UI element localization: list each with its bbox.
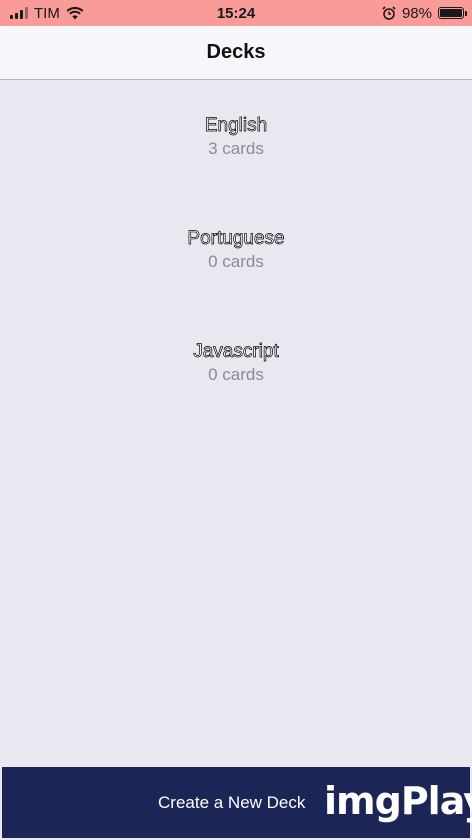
battery-icon xyxy=(438,7,467,19)
carrier-name: TIM xyxy=(34,4,60,22)
deck-card-count: 0 cards xyxy=(208,252,264,271)
alarm-icon xyxy=(382,6,396,20)
battery-level xyxy=(440,9,462,17)
deck-card-count: 0 cards xyxy=(208,365,264,384)
status-bar-right: 98% xyxy=(382,4,467,22)
deck-item[interactable]: Portuguese 0 cards xyxy=(0,194,472,307)
deck-name: Portuguese xyxy=(187,228,285,250)
deck-list: English 3 cards Portuguese 0 cards Javas… xyxy=(0,81,472,420)
page-title: Decks xyxy=(206,41,266,63)
deck-name: English xyxy=(204,115,268,137)
battery-percent: 98% xyxy=(401,4,432,22)
deck-item[interactable]: English 3 cards xyxy=(0,81,472,194)
signal-icon xyxy=(10,7,28,19)
imgplay-watermark: imgPlay xyxy=(324,779,472,823)
navigation-bar: Decks xyxy=(0,26,472,80)
deck-card-count: 3 cards xyxy=(208,139,264,158)
bottom-bar: Create a New Deck imgPlay xyxy=(2,767,472,838)
status-bar-left: TIM xyxy=(10,5,84,22)
deck-name: Javascript xyxy=(193,341,279,363)
deck-item[interactable]: Javascript 0 cards xyxy=(0,307,472,420)
status-bar: TIM 15:24 98% xyxy=(0,0,472,26)
wifi-icon xyxy=(66,6,84,19)
create-deck-button[interactable]: Create a New Deck xyxy=(158,793,305,813)
